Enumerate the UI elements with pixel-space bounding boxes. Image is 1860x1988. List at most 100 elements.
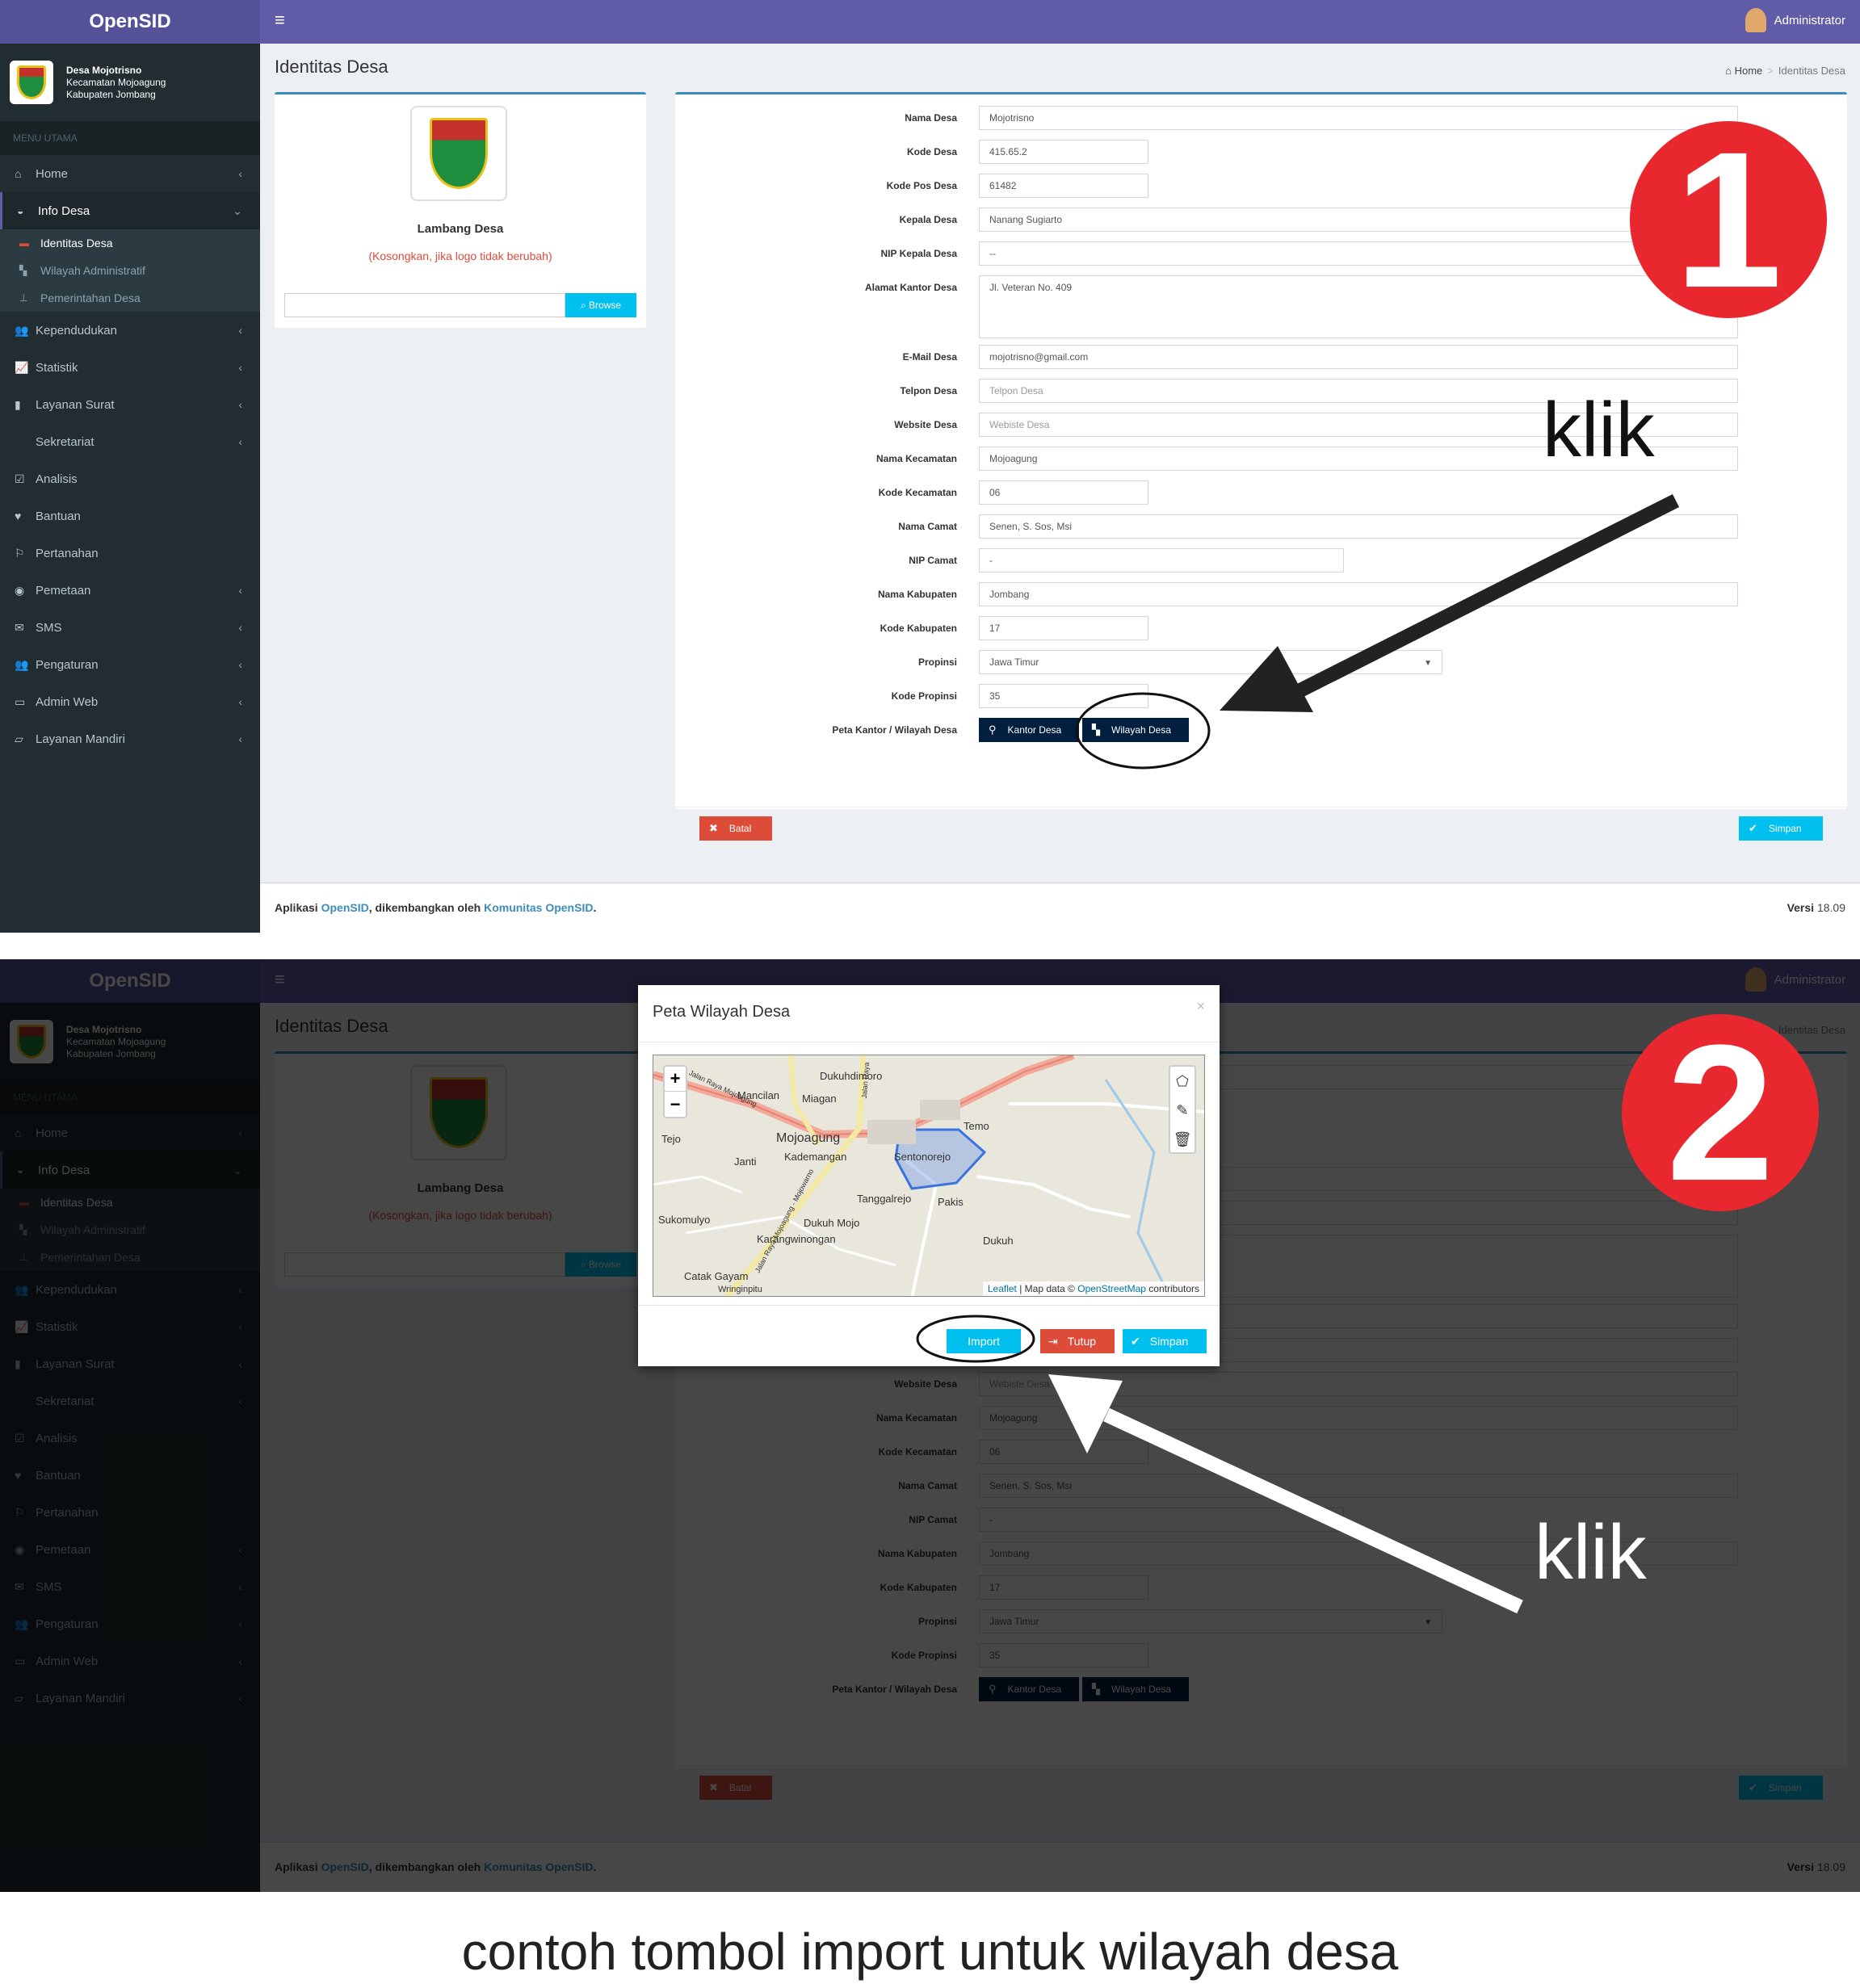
tutorial-caption: contoh tombol import untuk wilayah desa xyxy=(461,1923,1399,1981)
map-attribution: Leaflet | Map data © OpenStreetMap contr… xyxy=(982,1281,1204,1296)
village-district: Kecamatan Mojoagung xyxy=(66,76,166,88)
logo-note: (Kosongkan, jika logo tidak berubah) xyxy=(368,250,552,262)
leaflet-link[interactable]: Leaflet xyxy=(988,1283,1017,1294)
home-icon: ⌂ xyxy=(15,167,22,180)
sidebar-item-sms[interactable]: ✉ SMS ‹ xyxy=(0,609,260,646)
dashboard-icon: ◒ xyxy=(17,204,24,217)
caret-down-icon: ▼ xyxy=(1424,659,1432,668)
kode-desa-input[interactable]: 415.65.2 xyxy=(979,140,1148,164)
submenu-item-pemerintahan-desa[interactable]: ⊥ Pemerintahan Desa xyxy=(0,284,260,312)
kode-kabupaten-input[interactable]: 17 xyxy=(979,616,1148,640)
nip-kepala-desa-input[interactable]: -- xyxy=(979,241,1738,266)
kode-pos-input[interactable]: 61482 xyxy=(979,174,1148,198)
sidebar-item-layanan-surat[interactable]: ▮ Layanan Surat ‹ xyxy=(0,386,260,423)
sidebar-item-sekretariat[interactable]: Sekretariat ‹ xyxy=(0,423,260,460)
content-area: Identitas Desa ⌂ Home>Identitas Desa Lam… xyxy=(260,44,1860,933)
sidebar-item-admin-web[interactable]: ▭ Admin Web ‹ xyxy=(0,683,260,720)
draw-polygon-icon[interactable]: ⬠ xyxy=(1170,1067,1195,1096)
modal-close-icon[interactable]: × xyxy=(1196,998,1205,1015)
heart-icon: ♥ xyxy=(15,510,22,522)
modal-title: Peta Wilayah Desa xyxy=(653,1003,791,1021)
logo-label: Lambang Desa xyxy=(417,222,504,236)
leaflet-map[interactable]: Dukuhdimoro Mancilan Miagan Mojoagung Ka… xyxy=(653,1055,1205,1297)
field-label-nama-desa: Nama Desa xyxy=(905,112,957,124)
kode-propinsi-input[interactable]: 35 xyxy=(979,684,1148,708)
nama-kecamatan-input[interactable]: Mojoagung xyxy=(979,447,1738,471)
propinsi-select[interactable]: Jawa Timur ▼ xyxy=(979,650,1442,674)
nama-desa-input[interactable]: Mojotrisno xyxy=(979,106,1738,130)
map-icon: ▚ xyxy=(1092,723,1100,736)
peta-wilayah-modal: Peta Wilayah Desa × Dukuhdimoro Mancilan… xyxy=(638,985,1220,1366)
wilayah-desa-button[interactable]: ▚ Wilayah Desa xyxy=(1082,718,1189,742)
tutup-button[interactable]: ⇥ Tutup xyxy=(1040,1329,1115,1353)
desktop-icon: ▭ xyxy=(15,694,26,708)
modal-simpan-button[interactable]: ✔ Simpan xyxy=(1123,1329,1207,1353)
sidebar-item-pertanahan[interactable]: ⚐ Pertanahan xyxy=(0,535,260,572)
app-brand[interactable]: OpenSID xyxy=(0,0,260,44)
page-title: Identitas Desa xyxy=(275,57,388,77)
submenu-item-wilayah-administratif[interactable]: ▚ Wilayah Administratif xyxy=(0,257,260,284)
zoom-out-button[interactable]: − xyxy=(665,1092,686,1117)
user-menu[interactable]: Administrator xyxy=(1745,8,1845,32)
edit-layer-icon[interactable]: ✎ xyxy=(1170,1096,1195,1125)
osm-link[interactable]: OpenStreetMap xyxy=(1077,1283,1146,1294)
nama-camat-input[interactable]: Senen, S. Sos, Msi xyxy=(979,514,1738,539)
logo-box: Lambang Desa (Kosongkan, jika logo tidak… xyxy=(275,92,646,328)
hamburger-menu-icon[interactable]: ≡ xyxy=(275,10,285,31)
sidebar-item-pemetaan[interactable]: ◉ Pemetaan ‹ xyxy=(0,572,260,609)
sidebar-item-info-desa[interactable]: ◒ Info Desa ⌄ xyxy=(0,192,260,229)
users-icon: 👥 xyxy=(15,323,29,337)
opensid-link[interactable]: OpenSID xyxy=(321,901,369,914)
sidebar-item-layanan-mandiri[interactable]: ▱ Layanan Mandiri ‹ xyxy=(0,720,260,757)
breadcrumb-home[interactable]: Home xyxy=(1735,65,1763,77)
screenshot-step-1: OpenSID ≡ Administrator Desa Mojotrisno … xyxy=(0,0,1860,933)
line-chart-icon: 📈 xyxy=(15,360,29,374)
alamat-kantor-textarea[interactable]: Jl. Veteran No. 409 xyxy=(979,275,1738,338)
sidebar-item-pengaturan[interactable]: 👥 Pengaturan ‹ xyxy=(0,646,260,683)
home-icon: ⌂ xyxy=(1725,65,1735,77)
footer: Aplikasi OpenSID, dikembangkan oleh Komu… xyxy=(260,883,1860,933)
sidebar-item-home[interactable]: ⌂ Home ‹ xyxy=(0,155,260,192)
sidebar-item-analisis[interactable]: ☑ Analisis xyxy=(0,460,260,497)
sidebar-item-statistik[interactable]: 📈 Statistik ‹ xyxy=(0,349,260,386)
close-icon: ✖ xyxy=(709,822,718,834)
village-regency: Kabupaten Jombang xyxy=(66,88,156,100)
nip-camat-input[interactable]: - xyxy=(979,548,1344,572)
envelope-icon: ✉ xyxy=(15,620,24,634)
book-icon: ▮ xyxy=(15,397,21,411)
zoom-in-button[interactable]: + xyxy=(665,1067,686,1092)
delete-layer-icon[interactable]: 🗑 xyxy=(1170,1125,1195,1154)
sidebar-item-kependudukan[interactable]: 👥 Kependudukan ‹ xyxy=(0,312,260,349)
website-desa-input[interactable]: Webiste Desa xyxy=(979,413,1738,437)
user-avatar-icon xyxy=(1745,8,1766,32)
batal-button[interactable]: ✖ Batal xyxy=(699,816,772,841)
map-draw-toolbar: ⬠ ✎ 🗑 xyxy=(1169,1065,1196,1154)
telpon-desa-input[interactable]: Telpon Desa xyxy=(979,379,1738,403)
submenu-item-identitas-desa[interactable]: ▬ Identitas Desa xyxy=(0,229,260,257)
screenshot-step-2: OpenSID ≡ Administrator Desa MojotrisnoK… xyxy=(0,959,1860,1892)
sitemap-icon: ⊥ xyxy=(19,292,28,304)
logo-file-input[interactable] xyxy=(284,293,565,317)
user-name: Administrator xyxy=(1774,13,1845,27)
kode-kecamatan-input[interactable]: 06 xyxy=(979,480,1148,505)
menu-header: MENU UTAMA xyxy=(0,121,260,155)
identity-form: Nama Desa Mojotrisno Kode Desa 415.65.2 Ko… xyxy=(675,92,1847,841)
check-square-icon: ☑ xyxy=(15,472,25,485)
top-navbar: ≡ Administrator xyxy=(260,0,1860,44)
sidebar-item-bantuan[interactable]: ♥ Bantuan xyxy=(0,497,260,535)
map-zoom-control: + − xyxy=(663,1065,687,1118)
browse-button[interactable]: ⌕ Browse xyxy=(565,293,636,317)
kantor-desa-button[interactable]: ⚲ Kantor Desa xyxy=(979,718,1079,742)
nama-kabupaten-input[interactable]: Jombang xyxy=(979,582,1738,606)
email-desa-input[interactable]: mojotrisno@gmail.com xyxy=(979,345,1738,369)
simpan-button[interactable]: ✔ Simpan xyxy=(1739,816,1823,841)
globe-icon: ◉ xyxy=(15,583,25,597)
chevron-left-icon: ‹ xyxy=(238,167,242,180)
users-cog-icon: 👥 xyxy=(15,657,29,671)
chevron-down-icon: ⌄ xyxy=(233,203,242,217)
komunitas-link[interactable]: Komunitas OpenSID xyxy=(484,901,593,914)
map-marker-icon: ⚲ xyxy=(989,723,997,736)
village-panel: Desa Mojotrisno Kecamatan Mojoagung Kabu… xyxy=(0,44,260,121)
import-button[interactable]: Import xyxy=(947,1329,1021,1353)
kepala-desa-input[interactable]: Nanang Sugiarto xyxy=(979,208,1738,232)
